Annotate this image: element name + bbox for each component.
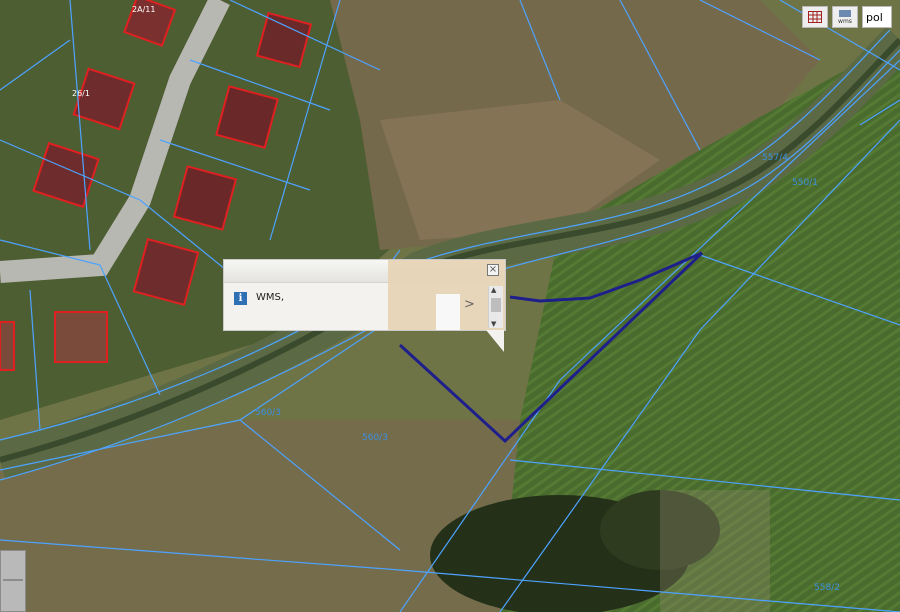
info-popup: × i WMS, > ▲ ▼ (223, 259, 506, 331)
parcel-label: 558/2 (814, 583, 840, 593)
popup-tail (486, 330, 504, 352)
wms-icon[interactable]: wms (832, 6, 858, 28)
scroll-down-icon[interactable]: ▼ (491, 320, 496, 328)
wms-icon-label: wms (838, 18, 852, 24)
close-icon[interactable]: × (487, 264, 499, 276)
next-arrow[interactable]: > (464, 297, 475, 312)
zoom-slider[interactable] (0, 550, 26, 612)
scroll-thumb[interactable] (491, 298, 501, 312)
grid-icon[interactable] (802, 6, 828, 28)
popup-scrollbar[interactable]: ▲ ▼ (488, 286, 503, 328)
popup-content-panel (436, 294, 460, 330)
map-toolbar: wms (802, 5, 892, 29)
parcel-label: 560/3 (255, 408, 281, 418)
house-label-1: 2A/11 (132, 5, 155, 14)
scroll-up-icon[interactable]: ▲ (491, 286, 496, 294)
info-icon: i (234, 292, 247, 305)
language-input[interactable] (862, 6, 892, 28)
parcel-label: 550/1 (792, 178, 818, 188)
popup-text: WMS, (256, 292, 285, 303)
house-label-2: 26/1 (72, 89, 90, 98)
parcel-label: 557/4 (762, 153, 788, 163)
parcel-label: 560/3 (362, 433, 388, 443)
